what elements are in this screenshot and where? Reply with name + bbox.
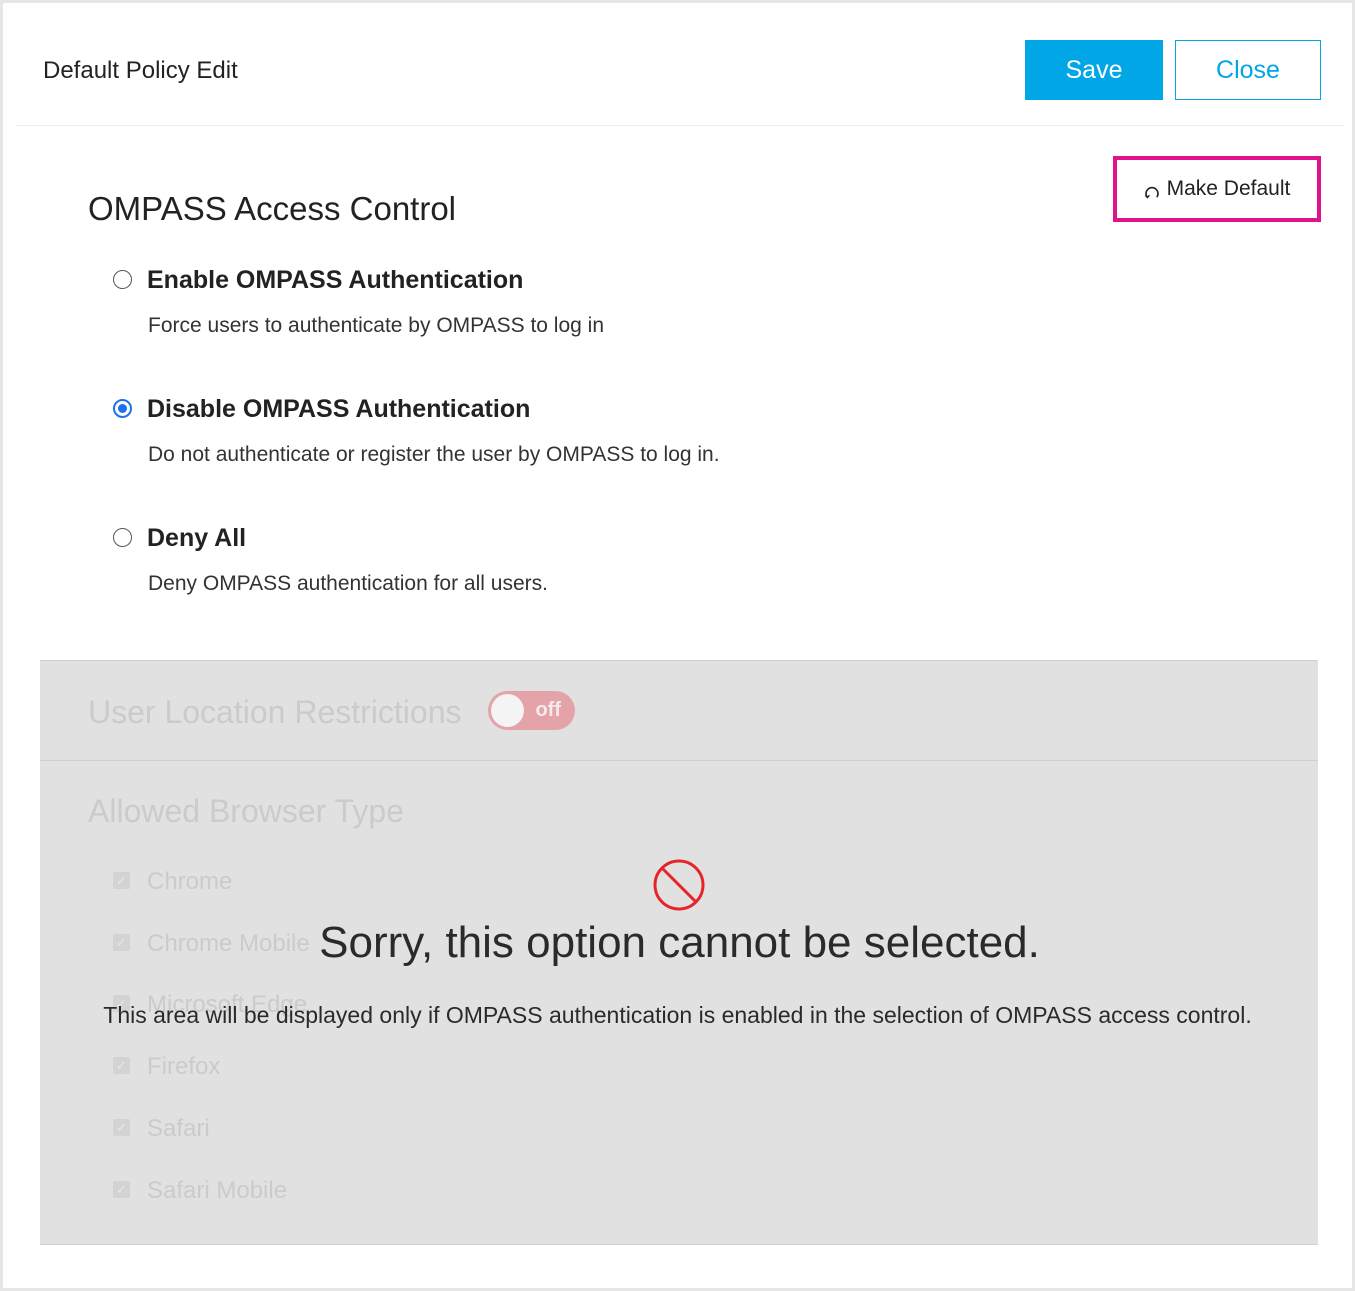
browser-label: Firefox [147, 1053, 221, 1080]
checkbox-icon: ✓ [113, 872, 130, 889]
make-default-button[interactable]: Make Default [1113, 156, 1321, 222]
access-control-title: OMPASS Access Control [88, 190, 457, 227]
browser-type-title: Allowed Browser Type [88, 793, 404, 829]
option-disable-description: Do not authenticate or register the user… [148, 443, 720, 466]
radio-enable[interactable] [113, 270, 132, 289]
location-toggle: off [488, 691, 575, 730]
browser-label: Safari [147, 1115, 210, 1142]
browser-label: Chrome [147, 868, 233, 895]
location-restrictions-title: User Location Restrictions [88, 694, 462, 730]
checkbox-icon: ✓ [113, 1119, 130, 1136]
radio-deny-all[interactable] [113, 528, 132, 547]
refresh-icon [1144, 182, 1160, 199]
option-enable-label: Enable OMPASS Authentication [147, 266, 524, 294]
save-button[interactable]: Save [1025, 40, 1163, 100]
checkbox-icon: ✓ [113, 1057, 130, 1074]
page-title: Default Policy Edit [43, 57, 238, 84]
option-enable-description: Force users to authenticate by OMPASS to… [148, 314, 605, 337]
unavailable-detail: This area will be displayed only if OMPA… [103, 1002, 1252, 1028]
browser-label: Safari Mobile [147, 1177, 288, 1204]
checkbox-icon: ✓ [113, 1181, 130, 1198]
radio-disable[interactable] [113, 399, 132, 418]
toggle-knob [491, 694, 524, 727]
unavailable-message: Sorry, this option cannot be selected. [319, 918, 1040, 967]
option-deny-all-label: Deny All [147, 524, 247, 552]
option-disable-label: Disable OMPASS Authentication [147, 395, 531, 423]
toggle-label: off [535, 699, 561, 721]
panel-header: Default Policy Edit Save Close [16, 3, 1344, 126]
option-deny-all-description: Deny OMPASS authentication for all users… [148, 572, 548, 595]
section-divider [40, 760, 1318, 761]
close-button[interactable]: Close [1175, 40, 1321, 100]
make-default-label: Make Default [1166, 177, 1291, 200]
block-icon [652, 858, 706, 912]
